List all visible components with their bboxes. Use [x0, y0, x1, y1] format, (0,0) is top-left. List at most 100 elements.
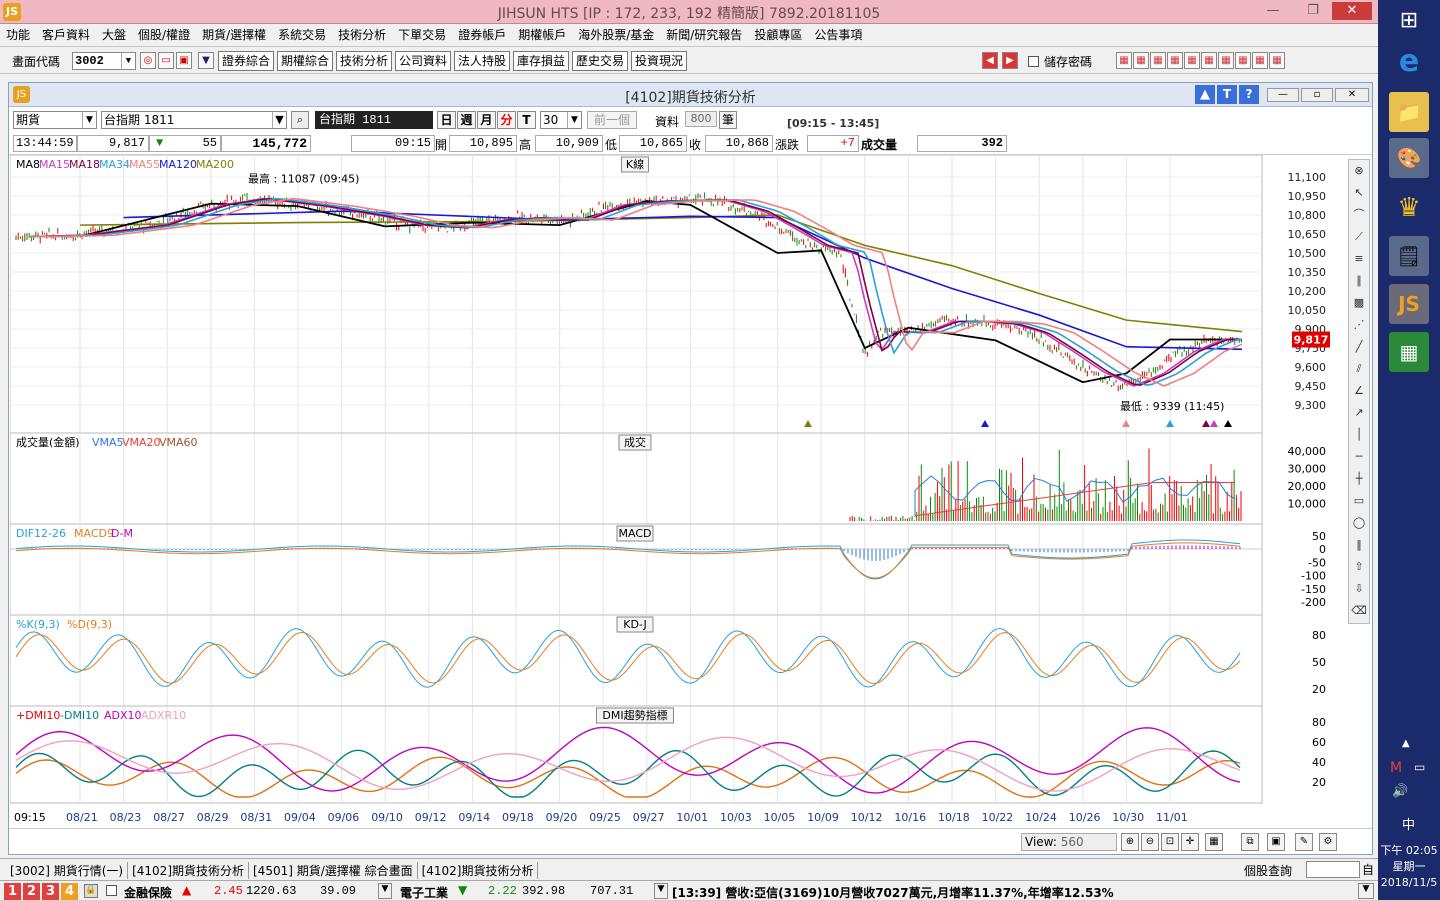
- toolbar-button[interactable]: 證券綜合: [218, 51, 274, 71]
- view-field[interactable]: View: 560: [1021, 833, 1117, 851]
- cycle-icon[interactable]: ‖: [1351, 536, 1367, 554]
- spreadsheet-icon[interactable]: ▦: [1389, 332, 1429, 372]
- pencil-icon[interactable]: ✎: [1295, 833, 1313, 851]
- ray-icon[interactable]: ↗: [1351, 404, 1367, 422]
- trendline-icon[interactable]: ⟋: [1351, 228, 1367, 246]
- grid-icon[interactable]: ▩: [1351, 294, 1367, 312]
- menu-item[interactable]: 投顧專區: [748, 24, 808, 43]
- layout-number-button[interactable]: 3: [42, 883, 59, 900]
- layout-number-button[interactable]: 2: [23, 883, 40, 900]
- search-icon[interactable]: ◎: [140, 52, 156, 69]
- save-pwd-checkbox[interactable]: [1028, 56, 1039, 67]
- toolbar-button[interactable]: 公司資料: [395, 51, 451, 71]
- menu-item[interactable]: 期權帳戶: [512, 24, 572, 43]
- ticker-checkbox[interactable]: [106, 885, 117, 896]
- cancel-icon[interactable]: ⊗: [1351, 162, 1367, 180]
- forward-icon[interactable]: ▶: [1002, 52, 1018, 69]
- toolbar-button[interactable]: 技術分析: [336, 51, 392, 71]
- cross-icon[interactable]: ┼: [1351, 470, 1367, 488]
- product-type-select[interactable]: 期貨 ▼: [13, 111, 97, 129]
- grid-icon[interactable]: ▦: [1269, 52, 1285, 69]
- network-tray-icon[interactable]: ▭: [1414, 760, 1425, 774]
- rectangle-icon[interactable]: ▭: [1351, 492, 1367, 510]
- menu-item[interactable]: 功能: [0, 24, 36, 43]
- indicator-icon[interactable]: ▦: [1205, 833, 1223, 851]
- print-icon[interactable]: ▦: [1218, 52, 1234, 69]
- back-icon[interactable]: ◀: [982, 52, 998, 69]
- self-select-button[interactable]: 自: [1362, 861, 1376, 878]
- notes-icon[interactable]: 🗒: [1389, 236, 1429, 276]
- parallel-icon[interactable]: ⫽: [1351, 360, 1367, 378]
- contract-select[interactable]: 台指期 1811 ▼: [101, 111, 287, 129]
- internet-explorer-icon[interactable]: e: [1389, 42, 1429, 82]
- restore-button[interactable]: ▫: [1301, 88, 1333, 102]
- help-icon[interactable]: ?: [1239, 85, 1259, 104]
- chart-icon[interactable]: ▦: [1133, 52, 1149, 69]
- down-arrow-icon[interactable]: ⇩: [1351, 580, 1367, 598]
- toolbar-button[interactable]: 法人持股: [454, 51, 510, 71]
- chevron-down-icon[interactable]: ▼: [378, 883, 392, 899]
- fan-icon[interactable]: ⋰: [1351, 316, 1367, 334]
- interval-select[interactable]: 30 ▼: [540, 111, 582, 129]
- fibonacci-icon[interactable]: ∥: [1351, 272, 1367, 290]
- menu-item[interactable]: 大盤: [96, 24, 132, 43]
- technical-chart[interactable]: 11,100 10,950 10,800 10,650 10,500 10,350 10,2…: [10, 155, 1348, 829]
- zoom-in-icon[interactable]: ⊕: [1121, 833, 1139, 851]
- minimize-button[interactable]: —: [1267, 88, 1299, 102]
- zoom-out-icon[interactable]: ⊖: [1141, 833, 1159, 851]
- pointer-icon[interactable]: ↖: [1351, 184, 1367, 202]
- window-icon[interactable]: ⧉: [1241, 833, 1259, 851]
- news-ticker[interactable]: [13:39] 營收:亞信(3169)10月營收7027萬元,月增率11.37%…: [672, 884, 1114, 901]
- security-tray-icon[interactable]: M: [1390, 760, 1402, 776]
- settings-icon[interactable]: ▦: [1235, 52, 1251, 69]
- period-button[interactable]: 分: [497, 111, 516, 129]
- toolbar-button[interactable]: 庫存損益: [513, 51, 569, 71]
- toolbar-button[interactable]: 歷史交易: [572, 51, 628, 71]
- minimize-button[interactable]: —: [1260, 2, 1286, 20]
- line-icon[interactable]: ╱: [1351, 338, 1367, 356]
- vertical-line-icon[interactable]: │: [1351, 426, 1367, 444]
- menu-item[interactable]: 客戶資料: [36, 24, 96, 43]
- period-button[interactable]: 週: [457, 111, 476, 129]
- tab-item[interactable]: [3002] 期貨行情(一): [6, 862, 129, 879]
- period-button[interactable]: 月: [477, 111, 496, 129]
- crown-icon[interactable]: ♛: [1389, 188, 1429, 228]
- close-button[interactable]: ✕: [1335, 88, 1369, 102]
- horizontal-line-icon[interactable]: ─: [1351, 448, 1367, 466]
- close-button[interactable]: ✕: [1332, 2, 1372, 20]
- layout-icon[interactable]: ▣: [1267, 833, 1285, 851]
- maximize-button[interactable]: ❐: [1300, 2, 1326, 20]
- menu-item[interactable]: 海外股票/基金: [572, 24, 660, 43]
- windows-start-icon[interactable]: ⊞: [1396, 8, 1422, 34]
- bar-unit-button[interactable]: 筆: [719, 111, 737, 129]
- window-icon[interactable]: ▦: [1252, 52, 1268, 69]
- chevron-down-icon[interactable]: ▼: [567, 112, 581, 128]
- tab-item[interactable]: [4501] 期貨/選擇權 綜合畫面: [249, 862, 418, 879]
- stock-query-input[interactable]: [1306, 861, 1360, 878]
- menu-item[interactable]: 系統交易: [272, 24, 332, 43]
- period-button[interactable]: 日: [437, 111, 456, 129]
- gear-icon[interactable]: ⚙: [1319, 833, 1337, 851]
- toolbar-button[interactable]: 投資現況: [631, 51, 687, 71]
- export-icon[interactable]: ▦: [1184, 52, 1200, 69]
- grid-icon[interactable]: ▦: [1167, 52, 1183, 69]
- menu-item[interactable]: 新聞/研究報告: [660, 24, 748, 43]
- code-input[interactable]: 3002 ▼: [72, 52, 136, 70]
- menu-item[interactable]: 公告事項: [808, 24, 868, 43]
- chevron-down-icon[interactable]: ▼: [1358, 883, 1374, 899]
- crosshair-icon[interactable]: ✛: [1181, 833, 1199, 851]
- layout-number-button[interactable]: 4: [61, 883, 78, 900]
- up-arrow-icon[interactable]: ⇧: [1351, 558, 1367, 576]
- clock-time[interactable]: 下午 02:05: [1378, 842, 1440, 858]
- window-icon[interactable]: ▭: [158, 52, 174, 69]
- jihsun-app-icon[interactable]: JS: [1389, 284, 1429, 324]
- period-button[interactable]: T: [517, 111, 536, 129]
- menu-item[interactable]: 個股/權證: [132, 24, 196, 43]
- toolbar-button[interactable]: 期權綜合: [277, 51, 333, 71]
- tray-up-icon[interactable]: ▲: [1402, 738, 1410, 749]
- channel-icon[interactable]: ≡: [1351, 250, 1367, 268]
- chevron-down-icon[interactable]: ▼: [82, 112, 96, 128]
- tab-item[interactable]: [4102]期貨技術分析: [418, 862, 539, 879]
- chevron-down-icon[interactable]: ▼: [654, 883, 668, 899]
- eraser-icon[interactable]: ⌫: [1351, 602, 1367, 620]
